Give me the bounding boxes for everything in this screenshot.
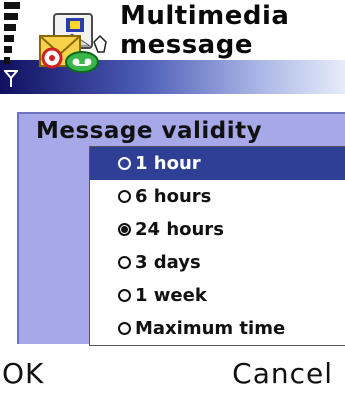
option-maximum-time[interactable]: Maximum time bbox=[90, 312, 345, 345]
dialog-title: Message validity bbox=[36, 118, 263, 144]
radio-button-icon bbox=[118, 289, 131, 302]
radio-button-icon bbox=[118, 190, 131, 203]
option-1-week[interactable]: 1 week bbox=[90, 279, 345, 312]
option-label: 6 hours bbox=[135, 186, 212, 207]
status-header: Multimedia message bbox=[0, 0, 345, 96]
validity-options-list: 1 hour 6 hours 24 hours 3 days 1 week Ma… bbox=[89, 146, 345, 346]
radio-button-checked-icon bbox=[118, 223, 131, 236]
option-label: 24 hours bbox=[135, 219, 224, 240]
option-3-days[interactable]: 3 days bbox=[90, 246, 345, 279]
message-validity-dialog: Message validity 1 hour 6 hours 24 hours… bbox=[17, 112, 345, 346]
option-6-hours[interactable]: 6 hours bbox=[90, 180, 345, 213]
option-1-hour[interactable]: 1 hour bbox=[90, 147, 345, 180]
multimedia-message-icon bbox=[39, 13, 107, 73]
header-title-line2: message bbox=[120, 30, 253, 60]
ok-softkey[interactable]: OK bbox=[2, 357, 44, 390]
header-title-line1: Multimedia bbox=[120, 1, 290, 31]
antenna-icon bbox=[4, 70, 18, 87]
option-label: 1 hour bbox=[135, 153, 201, 174]
option-label: 3 days bbox=[135, 252, 201, 273]
radio-button-icon bbox=[118, 256, 131, 269]
cancel-softkey[interactable]: Cancel bbox=[232, 357, 333, 390]
header-title: Multimedia message bbox=[120, 2, 340, 60]
radio-button-icon bbox=[118, 322, 131, 335]
option-24-hours[interactable]: 24 hours bbox=[90, 213, 345, 246]
option-label: 1 week bbox=[135, 285, 207, 306]
option-label: Maximum time bbox=[135, 318, 286, 339]
radio-button-icon bbox=[118, 157, 131, 170]
